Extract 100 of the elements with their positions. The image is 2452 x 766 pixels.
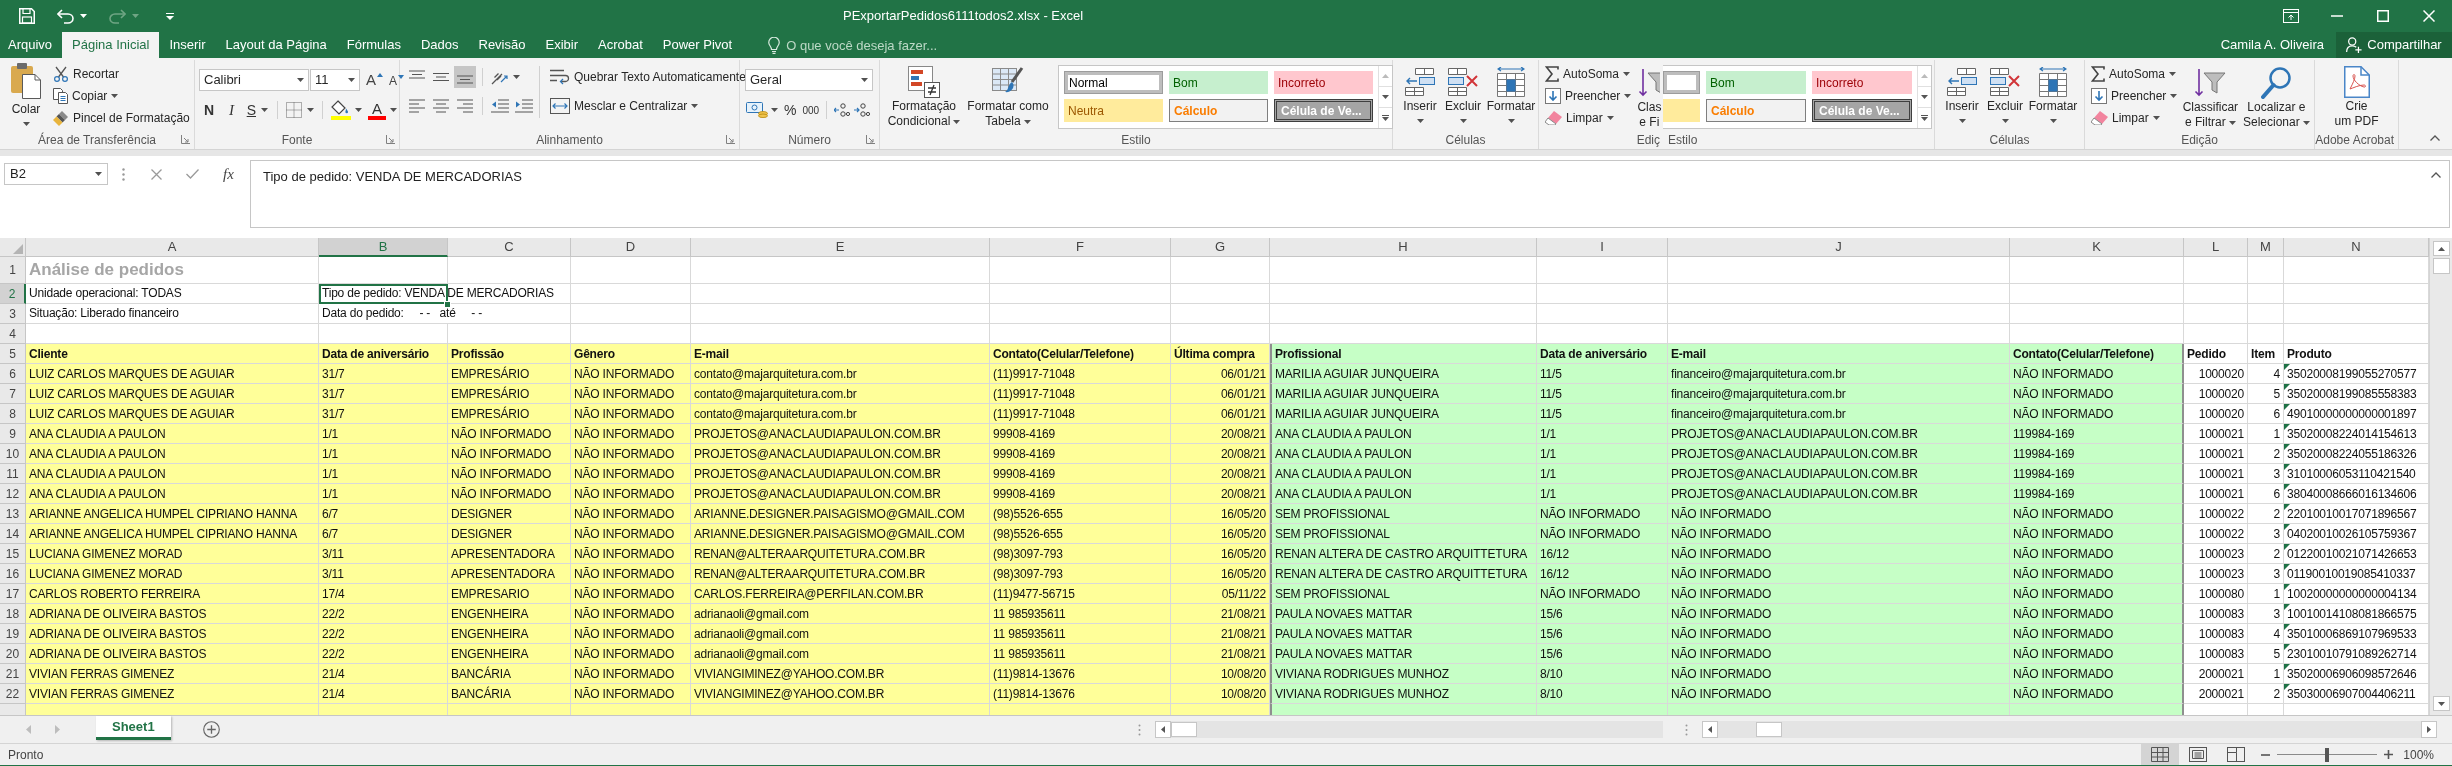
- sort-filter-button[interactable]: Classificar e Filtrar: [2179, 63, 2242, 130]
- scrollbar-thumb[interactable]: [1756, 722, 1782, 737]
- column-header[interactable]: C: [448, 238, 571, 257]
- row-header[interactable]: 8: [0, 404, 26, 424]
- column-header[interactable]: G: [1171, 238, 1270, 257]
- column-header[interactable]: K: [2010, 238, 2184, 257]
- row-header[interactable]: 15: [0, 544, 26, 564]
- format-as-table-button[interactable]: Formatar como Tabela: [964, 62, 1052, 130]
- share-button[interactable]: Compartilhar: [2336, 32, 2452, 58]
- corner-arrow-icon[interactable]: [726, 135, 735, 144]
- font-name-box[interactable]: Calibri: [199, 69, 309, 91]
- row-header[interactable]: 5: [0, 344, 26, 364]
- corner-arrow-icon[interactable]: [181, 135, 190, 144]
- clear-button[interactable]: Limpar: [2089, 107, 2180, 128]
- column-header[interactable]: L: [2184, 238, 2248, 257]
- conditional-formatting-button[interactable]: Formatação Condicional: [886, 62, 962, 130]
- grow-font-button[interactable]: A: [366, 69, 383, 91]
- cell-style-tile[interactable]: Normal: [1064, 71, 1163, 94]
- column-header[interactable]: I: [1537, 238, 1668, 257]
- cell-style-tile[interactable]: [1663, 71, 1700, 94]
- scroll-down-button[interactable]: [2432, 696, 2450, 711]
- wrap-text-button[interactable]: Quebrar Texto Automaticamente: [548, 66, 748, 88]
- row-header[interactable]: 16: [0, 564, 26, 584]
- column-header[interactable]: H: [1270, 238, 1537, 257]
- ribbon-tab[interactable]: Acrobat: [588, 32, 653, 58]
- name-box[interactable]: B2: [4, 163, 108, 185]
- corner-arrow-icon[interactable]: [866, 135, 875, 144]
- create-pdf-button[interactable]: Crie um PDF: [2326, 62, 2387, 130]
- insert-button[interactable]: Inserir: [1941, 62, 1983, 130]
- formula-field[interactable]: Tipo de pedido: VENDA DE MERCADORIAS: [250, 160, 2450, 228]
- cell-style-tile[interactable]: Bom: [1169, 71, 1268, 94]
- font-size-box[interactable]: 11: [310, 69, 360, 91]
- row-header[interactable]: 4: [0, 324, 26, 344]
- number-format-box[interactable]: Geral: [745, 69, 873, 91]
- thousands-button[interactable]: 000: [801, 99, 821, 121]
- ribbon-tab[interactable]: Página Inicial: [62, 32, 160, 58]
- row-header[interactable]: 11: [0, 464, 26, 484]
- add-sheet-icon[interactable]: [202, 721, 220, 738]
- ribbon-tab[interactable]: Dados: [410, 32, 469, 58]
- delete-button[interactable]: Excluir: [1984, 62, 2026, 130]
- row-header[interactable]: 14: [0, 524, 26, 544]
- ribbon-tab[interactable]: Fórmulas: [336, 32, 411, 58]
- column-header[interactable]: B: [319, 238, 448, 257]
- find-select-button[interactable]: Localizar e Selecionar: [2241, 63, 2312, 130]
- horizontal-scrollbar[interactable]: [1155, 721, 1663, 738]
- zoom-level[interactable]: 100%: [2403, 745, 2434, 764]
- scroll-right-button[interactable]: [2421, 721, 2437, 738]
- row-header[interactable]: 9: [0, 424, 26, 444]
- cell-style-tile[interactable]: Incorreto: [1812, 71, 1912, 94]
- row-header[interactable]: 19: [0, 624, 26, 644]
- borders-button[interactable]: [284, 99, 316, 121]
- paste-button[interactable]: Colar: [6, 63, 46, 130]
- cell-style-tile[interactable]: Bom: [1706, 71, 1806, 94]
- row-header[interactable]: 12: [0, 484, 26, 504]
- scrollbar-thumb[interactable]: [2432, 258, 2450, 274]
- ribbon-tab[interactable]: Layout da Página: [215, 32, 337, 58]
- italic-button[interactable]: I: [221, 99, 242, 121]
- sheet-tab[interactable]: Sheet1: [96, 716, 171, 740]
- format-button[interactable]: Formatar: [1485, 62, 1537, 130]
- row-header[interactable]: 1: [0, 257, 26, 284]
- corner-arrow-icon[interactable]: [386, 135, 395, 144]
- fill-color-button[interactable]: [329, 99, 364, 121]
- column-header[interactable]: N: [2284, 238, 2429, 257]
- view-button[interactable]: [2141, 744, 2180, 765]
- sort-filter-button[interactable]: Clas e Fi: [1637, 63, 1662, 130]
- format-button[interactable]: Formatar: [2027, 62, 2079, 130]
- format-painter-button[interactable]: Pincel de Formatação: [51, 107, 192, 128]
- column-header[interactable]: E: [691, 238, 990, 257]
- percent-button[interactable]: %: [781, 99, 800, 121]
- ribbon-tab[interactable]: Exibir: [535, 32, 588, 58]
- row-header[interactable]: 7: [0, 384, 26, 404]
- zoom-slider[interactable]: [2277, 747, 2378, 762]
- tell-me-field[interactable]: O que você deseja fazer...: [786, 35, 967, 55]
- row-header[interactable]: 21: [0, 664, 26, 684]
- copy-button[interactable]: Copiar: [51, 85, 192, 106]
- autosum-button[interactable]: AutoSoma: [1543, 63, 1634, 84]
- ribbon-tab[interactable]: Inserir: [159, 32, 216, 58]
- slider-thumb[interactable]: [2325, 747, 2330, 762]
- bold-button[interactable]: N: [199, 99, 220, 121]
- column-header[interactable]: A: [26, 238, 319, 257]
- chevron-up-icon[interactable]: [2431, 172, 2441, 178]
- currency-button[interactable]: [745, 99, 779, 121]
- fill-button[interactable]: Preencher: [2089, 85, 2180, 106]
- caret-bar-icon[interactable]: [166, 12, 174, 20]
- underline-button[interactable]: S: [243, 99, 271, 121]
- row-header[interactable]: 10: [0, 444, 26, 464]
- column-header[interactable]: M: [2248, 238, 2284, 257]
- vertical-scrollbar[interactable]: [2429, 238, 2452, 715]
- font-color-button[interactable]: A: [366, 99, 399, 121]
- clear-button[interactable]: Limpar: [1543, 107, 1634, 128]
- autosum-button[interactable]: AutoSoma: [2089, 63, 2180, 84]
- chevron-up-icon[interactable]: [2430, 135, 2440, 141]
- row-header[interactable]: 2: [0, 284, 26, 304]
- row-header[interactable]: 6: [0, 364, 26, 384]
- row-header[interactable]: 17: [0, 584, 26, 604]
- row-header[interactable]: 22: [0, 684, 26, 704]
- fill-handle[interactable]: [444, 301, 451, 308]
- fill-button[interactable]: Preencher: [1543, 85, 1634, 106]
- column-header[interactable]: J: [1668, 238, 2010, 257]
- cell-style-tile[interactable]: Incorreto: [1274, 71, 1373, 94]
